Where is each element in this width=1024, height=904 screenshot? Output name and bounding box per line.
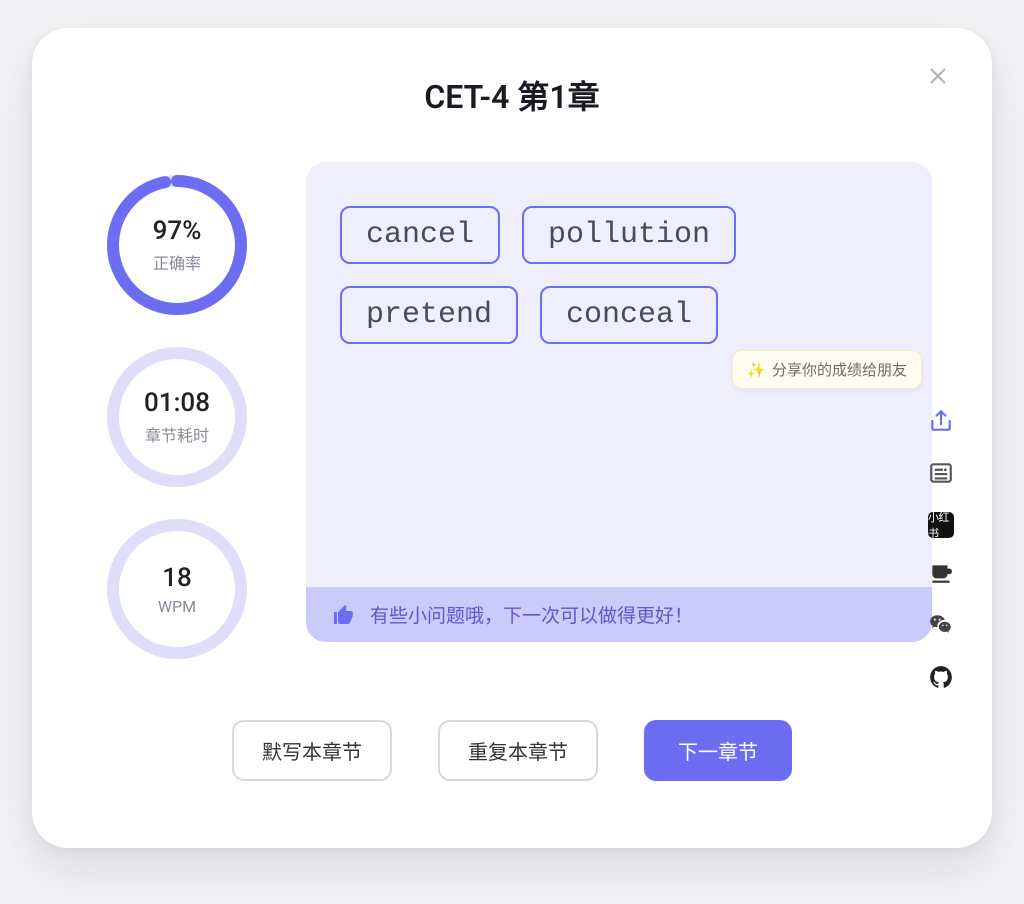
time-ring: 01:08 章节耗时	[102, 342, 252, 492]
share-tooltip: ✨ 分享你的成绩给朋友	[732, 350, 922, 389]
words-panel: cancel pollutionpretend conceal 有些小问题哦，下一次…	[306, 162, 932, 642]
newspaper-icon	[928, 460, 954, 486]
word-chip[interactable]: pretend	[340, 286, 518, 344]
share-tooltip-text: 分享你的成绩给朋友	[772, 359, 907, 380]
results-modal: CET-4 第1章 97% 正确率 01:08 章节耗时	[32, 28, 992, 848]
footer-buttons: 默写本章节 重复本章节 下一章节	[92, 720, 932, 781]
coffee-icon	[928, 560, 954, 586]
stats-column: 97% 正确率 01:08 章节耗时 18 WPM	[92, 170, 262, 664]
word-chip[interactable]: cancel	[340, 206, 500, 264]
sparkle-icon: ✨	[747, 361, 766, 379]
share-button[interactable]	[928, 408, 954, 438]
github-icon	[928, 664, 954, 690]
wechat-link[interactable]	[928, 612, 954, 642]
wpm-ring: 18 WPM	[102, 514, 252, 664]
encouragement-text: 有些小问题哦，下一次可以做得更好！	[370, 601, 693, 628]
time-value: 01:08	[144, 388, 210, 418]
wpm-value: 18	[162, 563, 192, 593]
encouragement-bar: 有些小问题哦，下一次可以做得更好！	[306, 587, 932, 642]
xiaohongshu-icon: 小红书	[928, 509, 954, 541]
thumbs-up-icon	[332, 603, 356, 627]
side-icon-bar: 小红书	[928, 408, 954, 694]
close-button[interactable]	[924, 62, 952, 90]
paper-link[interactable]	[928, 460, 954, 490]
wechat-icon	[928, 612, 954, 638]
word-chip[interactable]: conceal	[540, 286, 718, 344]
repeat-button[interactable]: 重复本章节	[438, 720, 598, 781]
words-wrap: cancel pollutionpretend conceal	[340, 206, 898, 344]
time-caption: 章节耗时	[145, 422, 209, 446]
github-link[interactable]	[928, 664, 954, 694]
wpm-caption: WPM	[158, 597, 196, 616]
page-title: CET-4 第1章	[92, 72, 932, 118]
accuracy-value: 97%	[153, 216, 202, 246]
accuracy-ring: 97% 正确率	[102, 170, 252, 320]
word-chip[interactable]: pollution	[522, 206, 736, 264]
xiaohongshu-link[interactable]: 小红书	[928, 512, 954, 538]
accuracy-caption: 正确率	[153, 250, 201, 274]
donate-link[interactable]	[928, 560, 954, 590]
dictation-button[interactable]: 默写本章节	[232, 720, 392, 781]
close-icon	[927, 65, 949, 87]
share-icon	[928, 408, 954, 434]
next-chapter-button[interactable]: 下一章节	[644, 720, 792, 781]
